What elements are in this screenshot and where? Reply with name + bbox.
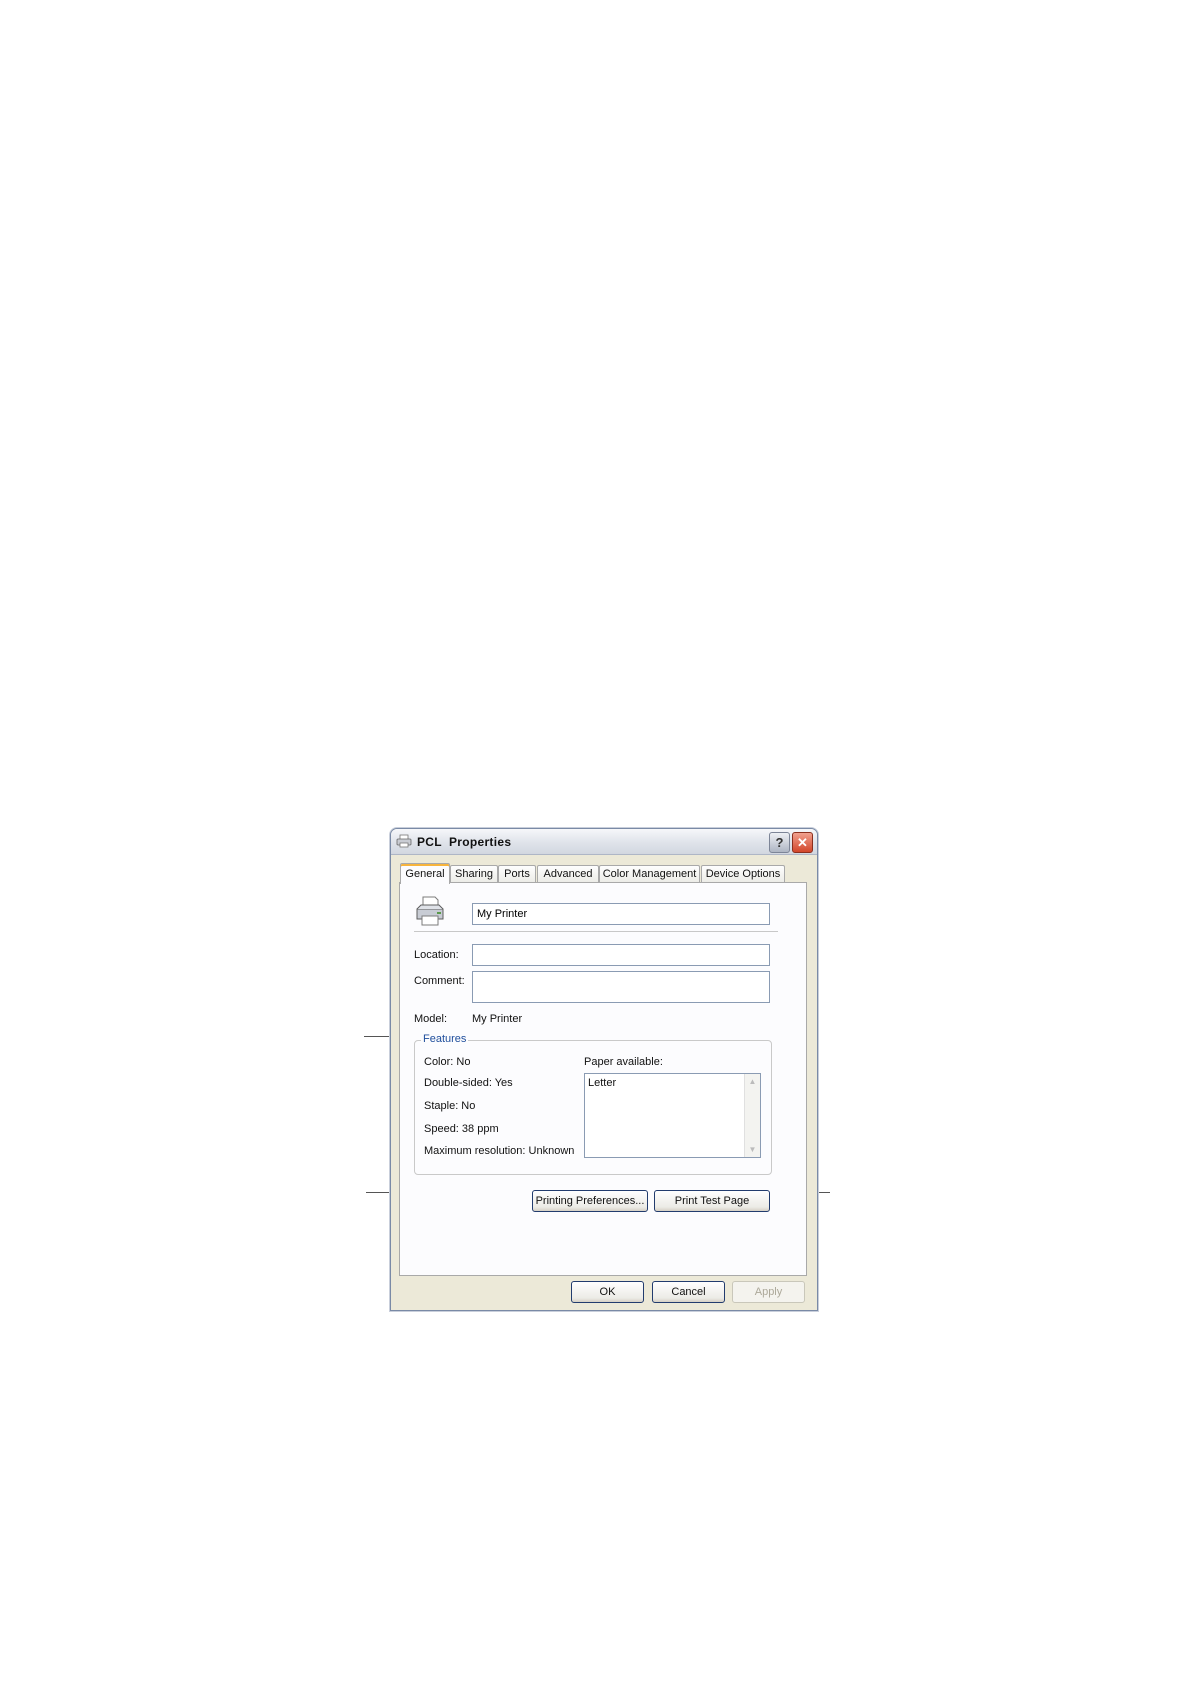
general-panel: My Printer Location: Comment: Model: My …	[399, 882, 807, 1276]
window-title: PCL Properties	[417, 835, 512, 849]
close-button[interactable]: ✕	[792, 832, 813, 853]
tab-sharing[interactable]: Sharing	[450, 865, 498, 883]
feature-max-resolution: Maximum resolution: Unknown	[424, 1145, 575, 1157]
separator	[414, 931, 778, 932]
printer-name-field[interactable]: My Printer	[472, 903, 770, 925]
list-item[interactable]: Letter	[588, 1077, 616, 1089]
comment-label: Comment:	[414, 975, 465, 987]
list-scrollbar[interactable]: ▲ ▼	[744, 1074, 760, 1157]
feature-double-sided: Double-sided: Yes	[424, 1077, 513, 1089]
tab-device-options[interactable]: Device Options	[701, 865, 785, 883]
tab-advanced[interactable]: Advanced	[537, 865, 599, 883]
paper-available-list[interactable]: Letter ▲ ▼	[584, 1073, 761, 1158]
help-button[interactable]: ?	[769, 832, 790, 853]
comment-field[interactable]	[472, 971, 770, 1003]
feature-speed: Speed: 38 ppm	[424, 1123, 499, 1135]
printer-icon	[416, 896, 444, 926]
tab-ports[interactable]: Ports	[498, 865, 536, 883]
printer-name-value: My Printer	[477, 908, 528, 920]
tab-color-management[interactable]: Color Management	[599, 865, 700, 883]
feature-staple: Staple: No	[424, 1100, 476, 1112]
apply-button[interactable]: Apply	[732, 1281, 805, 1303]
title-bar[interactable]: PCL Properties ? ✕	[391, 829, 817, 855]
model-label: Model:	[414, 1013, 448, 1025]
printing-preferences-button[interactable]: Printing Preferences...	[532, 1190, 648, 1212]
features-title: Features	[421, 1033, 469, 1045]
location-label: Location:	[414, 949, 459, 961]
location-field[interactable]	[472, 944, 770, 966]
tab-general[interactable]: General	[400, 863, 450, 884]
model-value: My Printer	[472, 1013, 523, 1025]
cancel-button[interactable]: Cancel	[652, 1281, 725, 1303]
features-group: Features Color: No Double-sided: Yes Sta…	[414, 1033, 772, 1175]
properties-dialog: PCL Properties ? ✕ General Sharing Ports…	[390, 828, 818, 1311]
feature-color: Color: No	[424, 1056, 471, 1068]
scroll-down-arrow-icon[interactable]: ▼	[747, 1144, 758, 1155]
ok-button[interactable]: OK	[571, 1281, 644, 1303]
paper-available-label: Paper available:	[584, 1056, 663, 1068]
print-test-page-button[interactable]: Print Test Page	[654, 1190, 770, 1212]
scroll-up-arrow-icon[interactable]: ▲	[747, 1076, 758, 1087]
printer-icon	[396, 834, 412, 848]
